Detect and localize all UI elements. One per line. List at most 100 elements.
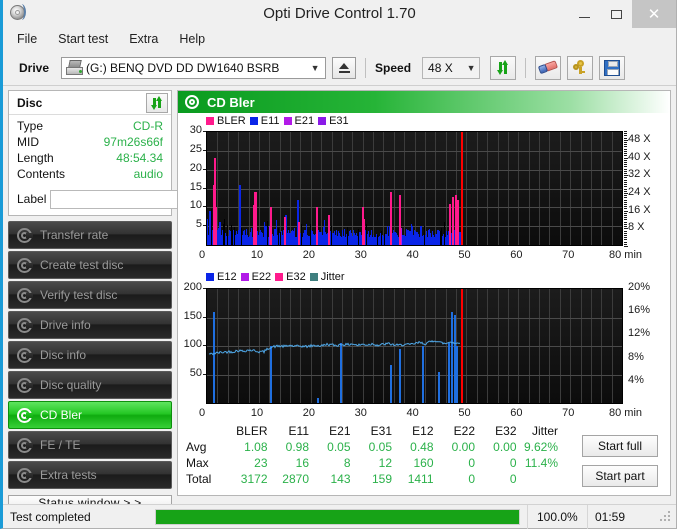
start-part-button[interactable]: Start part [582,465,658,487]
y2-axis-tick [624,219,627,221]
y2-axis-tick [624,192,628,194]
sidebar-item-disc-info[interactable]: Disc info [8,341,172,369]
sidebar-item-create-test-disc[interactable]: Create test disc [8,251,172,279]
stats-header-row: BLER E11 E21 E31 E12 E22 E32 Jitter [184,423,562,439]
y2-axis-tick [624,215,627,217]
y2-axis-tick [624,184,627,186]
titlebar: Opti Drive Control 1.70 ✕ [3,0,676,28]
y2-axis-tick [624,146,627,148]
sidebar-item-label: FE / TE [40,438,81,452]
disc-label-row: Label [9,186,255,215]
stats-total-e32: 0 [509,472,517,486]
disc-info-panel: Disc Type CD-R MID 97m26s66f Length 48:5… [8,90,255,216]
keys-button[interactable] [567,55,594,80]
end-marker [461,132,464,245]
menu-file[interactable]: File [15,30,39,48]
legend-item-e22: E22 [240,271,271,283]
stats-total-bler: 3172 [240,472,268,486]
disc-label-key: Label [17,192,47,206]
erase-button[interactable] [535,55,562,80]
grid-line [290,132,291,245]
y2-axis-tick [624,190,627,192]
grid-line [383,132,384,245]
stats-total-e11: 2870 [282,472,309,486]
x-axis-tick-label: 70 [562,249,575,261]
drive-select[interactable]: (G:) BENQ DVD DD DW1640 BSRB ▼ [61,56,327,79]
y-axis-tick-label: 5 [195,218,202,231]
y2-axis-tick [624,230,627,232]
disc-panel-header: Disc [9,91,171,115]
legend-item-bler: BLER [206,115,246,127]
disc-length-key: Length [17,151,54,165]
stats-col-e22: E22 [453,424,475,438]
y-axis-tick [203,131,206,132]
y-axis-tick [203,316,206,318]
grid-line [207,151,622,152]
x-axis-tick-label: 10 [250,249,264,261]
close-button[interactable]: ✕ [632,0,676,28]
speed-select[interactable]: 48 X ▼ [422,56,481,79]
x-axis-tick-label: 70 [562,407,575,419]
bler-chart: BLER E11 E21 E31 5 10 15 20 25 30 0 10 20 30 40 50 60 70… [178,113,670,271]
menu-extra[interactable]: Extra [127,30,160,48]
sidebar-item-label: Disc info [40,348,87,362]
refresh-icon [495,59,511,76]
refresh-button[interactable] [490,55,517,80]
target-icon [17,257,33,273]
stats-total-e22: 0 [468,472,475,486]
sidebar-item-disc-quality[interactable]: Disc quality [8,371,172,399]
y2-axis-tick [624,173,627,175]
sidebar-item-cd-bler[interactable]: CD Bler [8,401,172,429]
main-body: Disc Type CD-R MID 97m26s66f Length 48:5… [3,86,676,511]
y-axis-tick-label: 100 [183,338,202,350]
disc-type-key: Type [17,119,44,133]
y-axis-tick [203,225,206,227]
menu-start-test[interactable]: Start test [56,30,110,48]
grid-line [446,132,447,245]
y2-axis-tick-label: 48 X [628,132,651,145]
target-icon [185,95,199,109]
start-full-button[interactable]: Start full [582,435,658,457]
eject-button[interactable] [332,56,357,79]
grid-line [228,132,229,245]
maximize-button[interactable] [600,0,632,28]
sidebar-item-fe-te[interactable]: FE / TE [8,431,172,459]
grid-line [581,132,582,245]
stats-avg-jitter: 9.62% [523,440,558,454]
stats-row-label-avg: Avg [186,440,207,454]
disc-row-mid: MID 97m26s66f [17,134,163,150]
y2-axis-tick [624,139,628,141]
menu-help[interactable]: Help [177,30,207,48]
grid-line [249,132,250,245]
legend-swatch-icon [309,273,318,281]
y2-axis-tick [624,206,627,208]
x-axis-tick-label: 50 [458,407,471,419]
save-button[interactable] [599,55,626,80]
sidebar-item-drive-info[interactable]: Drive info [8,311,172,339]
y2-axis-tick [624,201,627,203]
target-icon [17,287,33,303]
statusbar: Test completed 100.0% 01:59 [3,504,676,529]
y2-axis-tick [624,232,627,234]
window-controls: ✕ [568,0,676,28]
y2-axis-tick [624,157,628,159]
disc-row-contents: Contents audio [17,166,163,182]
sidebar-item-extra-tests[interactable]: Extra tests [8,461,172,489]
resize-grip-icon[interactable] [659,510,673,524]
y2-axis-tick-label: 8 X [628,221,645,234]
stats-avg-e11: 0.98 [285,440,309,454]
disc-refresh-button[interactable] [146,92,168,113]
stats-avg-e31: 0.05 [368,440,392,454]
y2-axis-tick [624,197,627,199]
stats-row-label-total: Total [186,472,212,486]
sidebar-item-transfer-rate[interactable]: Transfer rate [8,221,172,249]
x-axis-tick-label: 80 min [609,249,643,261]
stats-col-e31: E31 [370,424,392,438]
data-bar [328,214,331,245]
e12-jitter-plot[interactable] [206,288,623,404]
sidebar-item-verify-test-disc[interactable]: Verify test disc [8,281,172,309]
stats-avg-bler: 1.08 [244,440,268,454]
bler-plot[interactable] [206,131,623,246]
minimize-button[interactable] [568,0,600,28]
sidebar-item-label: Create test disc [40,258,124,272]
